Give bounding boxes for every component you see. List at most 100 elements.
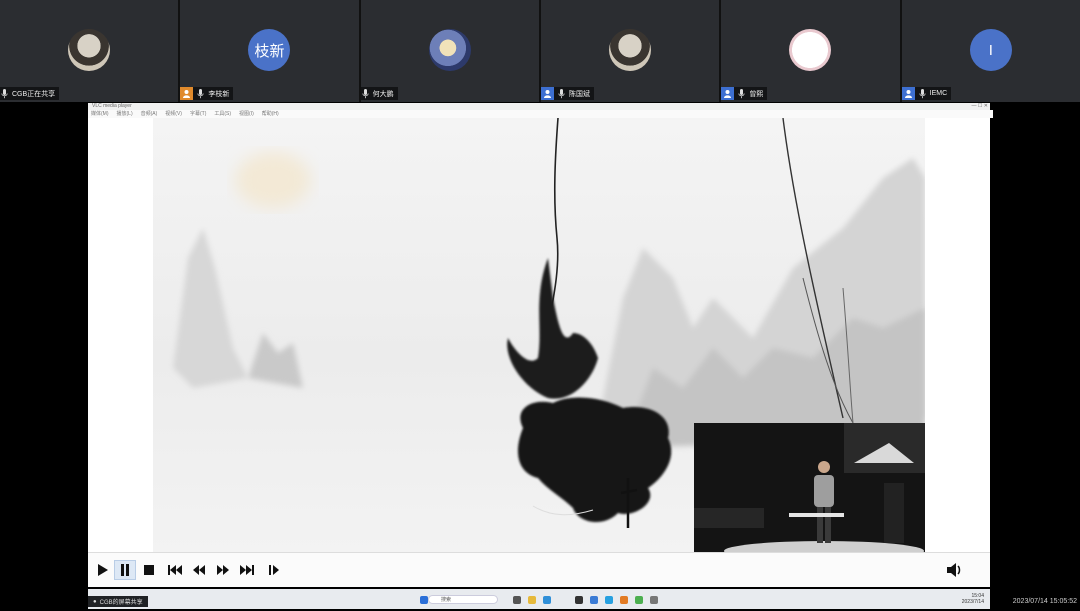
- rewind-button[interactable]: [188, 560, 210, 580]
- play-button[interactable]: [91, 560, 113, 580]
- avatar: [428, 29, 471, 71]
- participant-badge-icon: [540, 87, 554, 100]
- avatar: I: [969, 29, 1012, 71]
- hazy-sun: [235, 152, 311, 208]
- mountain-left: [173, 228, 248, 388]
- menu-item[interactable]: 字幕(T): [190, 110, 206, 118]
- video-frame[interactable]: [153, 118, 925, 553]
- participant-nameplate: 李枝新: [180, 87, 234, 100]
- participant-nameplate: 何大鹏: [360, 87, 398, 100]
- participant-tile[interactable]: 何大鹏: [360, 0, 539, 102]
- participant-nameplate: 曾熙: [721, 87, 768, 100]
- window-controls[interactable]: — ☐ ✕: [972, 103, 988, 110]
- mic-icon: [0, 88, 9, 99]
- participant-badge-icon: [180, 87, 194, 100]
- pause-icon: [121, 564, 129, 576]
- system-tray[interactable]: 15:04 2023/7/14: [962, 593, 984, 605]
- frame-step-button[interactable]: [263, 560, 285, 580]
- folder-icon[interactable]: [528, 596, 536, 604]
- menu-item[interactable]: 音频(A): [141, 110, 158, 118]
- window-titlebar: VLC media player — ☐ ✕: [88, 103, 990, 110]
- camera-overlay: [694, 423, 925, 553]
- participant-badge-icon: [721, 87, 735, 100]
- browser-icon[interactable]: [543, 596, 551, 604]
- avatar: [609, 29, 652, 71]
- mic-icon: [557, 88, 566, 99]
- ink-cloud-lower: [518, 397, 672, 523]
- stop-icon: [144, 565, 154, 575]
- app-icon-4[interactable]: [635, 596, 643, 604]
- participant-name: 何大鹏: [372, 90, 394, 98]
- participant-tile[interactable]: I IEMC: [901, 0, 1080, 102]
- app-icon-3[interactable]: [605, 596, 613, 604]
- play-icon: [98, 564, 108, 576]
- shared-screen: VLC media player — ☐ ✕ 媒体(M) 播放(L) 音频(A) 视频…: [88, 103, 993, 585]
- frame-step-icon: [269, 565, 279, 575]
- taskbar-search[interactable]: 搜索: [428, 595, 498, 604]
- mic-icon: [196, 88, 205, 99]
- participant-nameplate: 陈国斌: [540, 87, 594, 100]
- performer-body: [814, 475, 834, 507]
- participant-name: IEMC: [929, 90, 948, 97]
- app-icon-2[interactable]: [590, 596, 598, 604]
- performer-scene: [694, 423, 925, 553]
- vlc-icon[interactable]: [620, 596, 628, 604]
- menu-bar: 媒体(M) 播放(L) 音频(A) 视频(V) 字幕(T) 工具(S) 视图(I) 帮助(H): [88, 110, 993, 118]
- performer-head: [818, 461, 830, 473]
- recording-timestamp: 2023/07/14 15:05:52: [1012, 598, 1077, 605]
- participant-name: 陈国斌: [568, 90, 590, 98]
- app-icon-1[interactable]: [575, 596, 583, 604]
- menu-item[interactable]: 帮助(H): [262, 110, 279, 118]
- participant-name: 曾熙: [749, 90, 764, 98]
- fast-forward-button[interactable]: [212, 560, 234, 580]
- letterbox-left: [88, 118, 153, 553]
- avatar: 枝新: [248, 29, 291, 71]
- pause-button[interactable]: [114, 560, 136, 580]
- window-title: VLC media player: [92, 103, 132, 109]
- participant-tile[interactable]: 陈国斌: [540, 0, 720, 102]
- skip-forward-icon: [240, 565, 254, 575]
- tray-date: 2023/7/14: [961, 599, 984, 605]
- skip-back-icon: [168, 565, 182, 575]
- ink-plume-upper: [507, 258, 598, 399]
- participant-strip: CGB正在共享 枝新 李枝新 何大鹏 陈国斌 曾熙 I IEMC: [0, 0, 1080, 102]
- participant-badge-icon: [901, 87, 915, 100]
- menu-item[interactable]: 播放(L): [117, 110, 133, 118]
- participant-tile[interactable]: CGB正在共享: [0, 0, 179, 102]
- mic-icon: [737, 88, 746, 99]
- screen-share-indicator[interactable]: ● CGB的屏幕共享: [88, 596, 148, 607]
- menu-item[interactable]: 视频(V): [165, 110, 182, 118]
- mic-icon: [361, 88, 370, 99]
- next-button[interactable]: [236, 560, 258, 580]
- menu-item[interactable]: 媒体(M): [91, 110, 109, 118]
- participant-tile[interactable]: 曾熙: [721, 0, 900, 102]
- share-label: CGB的屏幕共享: [99, 600, 143, 606]
- player-controls: [88, 552, 990, 587]
- avatar: [68, 29, 111, 71]
- instrument-table: [789, 513, 844, 517]
- windows-taskbar: 搜索 15:04 2023/7/14: [88, 589, 990, 609]
- avatar: [789, 29, 832, 71]
- menu-item[interactable]: 视图(I): [239, 110, 254, 118]
- menu-item[interactable]: 工具(S): [214, 110, 231, 118]
- speaker-icon: [947, 563, 961, 577]
- task-view-icon[interactable]: [513, 596, 521, 604]
- mic-icon: [918, 88, 927, 99]
- previous-button[interactable]: [164, 560, 186, 580]
- stop-button[interactable]: [138, 560, 160, 580]
- rewind-icon: [193, 565, 205, 575]
- start-icon[interactable]: [420, 596, 428, 604]
- participant-nameplate: CGB正在共享: [0, 87, 60, 100]
- participant-tile[interactable]: 枝新李枝新: [180, 0, 359, 102]
- participant-name: CGB正在共享: [12, 90, 56, 98]
- fast-forward-icon: [217, 565, 229, 575]
- volume-button[interactable]: [943, 560, 965, 580]
- participant-nameplate: IEMC: [901, 87, 952, 100]
- letterbox-right: [925, 118, 990, 553]
- equipment-rack: [884, 483, 904, 543]
- piano: [694, 508, 764, 528]
- app-icon-5[interactable]: [650, 596, 658, 604]
- mountain-left-small: [248, 333, 303, 388]
- mic-icon: ●: [93, 598, 97, 605]
- participant-name: 李枝新: [208, 90, 230, 98]
